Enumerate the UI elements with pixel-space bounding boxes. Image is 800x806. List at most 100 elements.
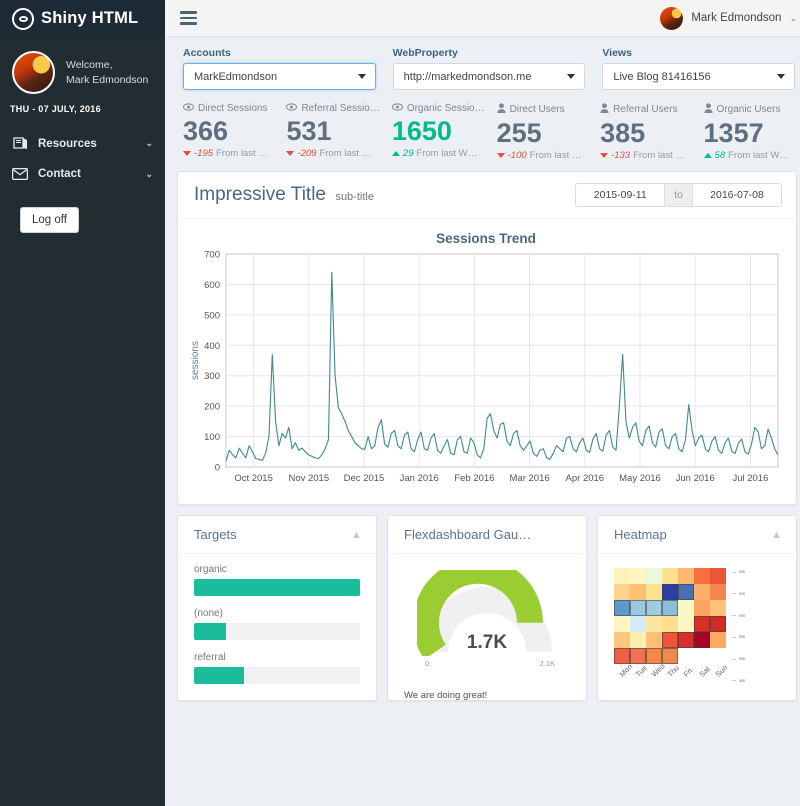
heatmap-cell[interactable] xyxy=(710,616,726,632)
kpi-trend: -133 From last … xyxy=(600,150,691,161)
heatmap-cell[interactable] xyxy=(646,632,662,648)
heatmap-cell[interactable] xyxy=(646,600,662,616)
heatmap-cell[interactable] xyxy=(662,584,678,600)
kpi-trend: 29 From last W… xyxy=(391,148,485,159)
heatmap-cell[interactable] xyxy=(678,568,694,584)
brand-logo[interactable]: Shiny HTML xyxy=(0,0,165,37)
current-date: THU - 07 JULY, 2016 xyxy=(10,104,101,114)
kpi-delta: -209 xyxy=(297,148,317,159)
heatmap-cell[interactable] xyxy=(662,632,678,648)
kpi-card: Direct Sessions 366 -195 From last … xyxy=(177,103,280,161)
sessions-panel: Impressive Title sub-title 2015-09-11 to… xyxy=(177,171,797,505)
heatmap-cell[interactable] xyxy=(678,600,694,616)
heatmap-cell[interactable] xyxy=(614,584,630,600)
svg-text:Feb 2016: Feb 2016 xyxy=(454,473,494,484)
user-menu[interactable]: Mark Edmondson ⌄ xyxy=(660,6,797,30)
views-select[interactable]: Live Blog 81416156 xyxy=(602,63,796,90)
heatmap-cell[interactable] xyxy=(710,648,726,664)
views-selector-group: Views Live Blog 81416156 xyxy=(602,47,796,90)
heatmap-cell[interactable] xyxy=(710,584,726,600)
heatmap-cell[interactable] xyxy=(678,616,694,632)
eye-icon xyxy=(12,7,34,30)
heatmap-cell[interactable] xyxy=(614,568,630,584)
heatmap-chart[interactable]: | | | | | | | Mon Tue Wed Thu Fri Sat Sun ■■ ■■ ■■ ■■ ■■… xyxy=(614,564,780,685)
heatmap-cell[interactable] xyxy=(646,584,662,600)
heatmap-cell[interactable] xyxy=(614,632,630,648)
sessions-line-chart[interactable]: 0 100 200 300 400 500 600 700 Oct 2015 Nov 2015 De… xyxy=(186,248,786,493)
target-item: (none) xyxy=(194,608,360,640)
svg-text:Jan 2016: Jan 2016 xyxy=(400,473,439,484)
heatmap-cell[interactable] xyxy=(630,600,646,616)
heatmap-cell[interactable] xyxy=(662,568,678,584)
heatmap-cell[interactable] xyxy=(662,648,678,664)
hamburger-icon[interactable] xyxy=(178,7,199,29)
heatmap-cell[interactable] xyxy=(678,648,694,664)
chevron-down-icon: ⌄ xyxy=(789,12,797,23)
trend-up-icon xyxy=(703,153,712,158)
heatmap-cell[interactable] xyxy=(630,648,646,664)
target-label: organic xyxy=(194,564,227,575)
date-start-input[interactable]: 2015-09-11 xyxy=(576,184,665,206)
heatmap-cell[interactable] xyxy=(646,616,662,632)
heatmap-cell[interactable] xyxy=(694,648,710,664)
heatmap-cell[interactable] xyxy=(630,616,646,632)
sidebar-item-label: Resources xyxy=(38,137,97,150)
trend-down-icon xyxy=(286,151,295,156)
date-range-separator: to xyxy=(664,184,693,206)
date-end-input[interactable]: 2016-07-08 xyxy=(693,184,781,206)
chevron-down-icon: ⌄ xyxy=(145,168,153,179)
kpi-label: Organic Sessio… xyxy=(391,103,485,114)
kpi-label-text: Referral Sessio… xyxy=(301,103,380,114)
accounts-select[interactable]: MarkEdmondson xyxy=(183,63,376,90)
heatmap-cell[interactable] xyxy=(710,632,726,648)
heatmap-cell[interactable] xyxy=(614,600,630,616)
heatmap-cell[interactable] xyxy=(646,568,662,584)
heatmap-cell[interactable] xyxy=(662,600,678,616)
target-progress-fill xyxy=(194,579,360,596)
kpi-note: From last … xyxy=(319,148,372,159)
heatmap-cell[interactable] xyxy=(694,600,710,616)
svg-text:0: 0 xyxy=(215,463,220,474)
kpi-label-text: Direct Sessions xyxy=(198,103,268,114)
accounts-value: MarkEdmondson xyxy=(194,70,278,83)
date-range-picker[interactable]: 2015-09-11 to 2016-07-08 xyxy=(575,183,782,207)
sidebar: Shiny HTML Welcome, Mark Edmondson THU -… xyxy=(0,0,165,806)
heatmap-cell[interactable] xyxy=(662,616,678,632)
kpi-trend: -100 From last … xyxy=(496,150,588,161)
sidebar-item-resources[interactable]: Resources ⌄ xyxy=(0,128,165,159)
svg-text:100: 100 xyxy=(204,432,220,443)
heatmap-cell[interactable] xyxy=(710,568,726,584)
avatar xyxy=(660,6,684,30)
heatmap-body: | | | | | | | Mon Tue Wed Thu Fri Sat Sun ■■ ■■ ■■ ■■ ■■… xyxy=(598,554,796,700)
heatmap-cell[interactable] xyxy=(614,616,630,632)
kpi-value: 255 xyxy=(496,118,542,148)
heatmap-cell[interactable] xyxy=(678,632,694,648)
heatmap-cell[interactable] xyxy=(630,568,646,584)
svg-text:500: 500 xyxy=(204,310,220,321)
gauge-panel-header: Flexdashboard Gau… xyxy=(388,516,586,554)
heatmap-cell[interactable] xyxy=(710,600,726,616)
chevron-up-icon[interactable]: ▲ xyxy=(771,529,782,541)
trend-up-icon xyxy=(391,151,400,156)
kpi-note: From last … xyxy=(216,148,268,159)
chevron-up-icon[interactable]: ▲ xyxy=(351,529,362,541)
logoff-button[interactable]: Log off xyxy=(20,207,79,233)
webproperty-select[interactable]: http://markedmondson.me xyxy=(392,63,586,90)
user-icon xyxy=(497,103,506,116)
heatmap-cell[interactable] xyxy=(630,584,646,600)
heatmap-cell[interactable] xyxy=(694,568,710,584)
heatmap-cell[interactable] xyxy=(678,584,694,600)
svg-text:sessions: sessions xyxy=(190,341,201,380)
heatmap-cell[interactable] xyxy=(694,632,710,648)
kpi-card: Referral Sessio… 531 -209 From last … xyxy=(280,103,385,161)
kpi-value: 1357 xyxy=(703,118,764,148)
sidebar-item-contact[interactable]: Contact ⌄ xyxy=(0,159,165,189)
heatmap-color-scale: ■■ ■■ ■■ ■■ ■■ ■■ xyxy=(726,568,745,685)
brand-title: Shiny HTML xyxy=(41,9,139,27)
heatmap-title: Heatmap xyxy=(614,527,667,542)
avatar xyxy=(12,51,55,94)
target-label: (none) xyxy=(194,608,223,619)
heatmap-cell[interactable] xyxy=(694,616,710,632)
heatmap-cell[interactable] xyxy=(630,632,646,648)
heatmap-cell[interactable] xyxy=(694,584,710,600)
